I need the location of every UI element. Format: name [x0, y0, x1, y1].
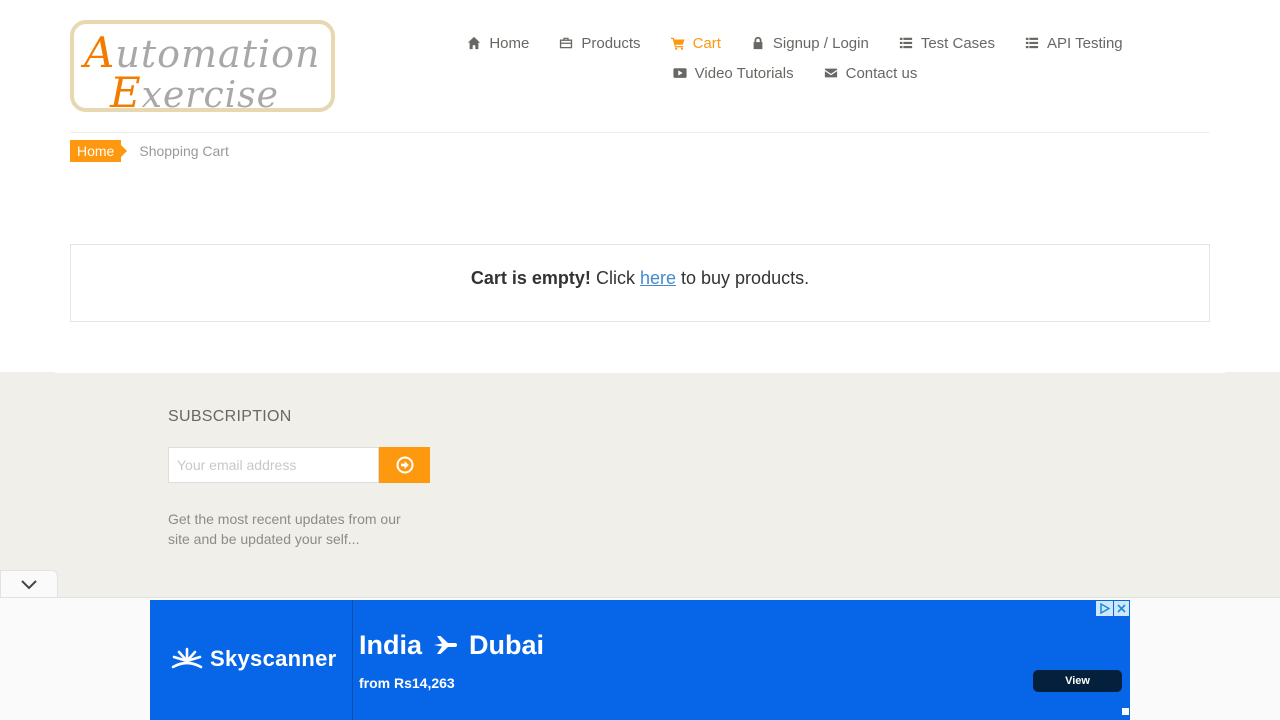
ad-divider	[352, 600, 353, 720]
breadcrumb-current: Shopping Cart	[139, 143, 229, 159]
nav-cart-label: Cart	[692, 34, 721, 52]
close-icon	[1117, 604, 1126, 613]
ad-view-button[interactable]: View	[1033, 670, 1122, 692]
adchoices-icon[interactable]	[1096, 601, 1113, 616]
list-icon	[899, 37, 912, 49]
cart-empty-label: Cart is empty!	[470, 268, 591, 288]
subscription-title: SUBSCRIPTION	[168, 408, 292, 425]
subscription-form	[168, 447, 430, 483]
logo-initial-e: E	[110, 68, 142, 112]
nav-products-label: Products	[581, 34, 641, 52]
empty-cart-message: Cart is empty! Click here to buy product…	[70, 244, 1210, 322]
nav-products[interactable]: Products	[559, 34, 641, 52]
ad-route-from: India	[359, 630, 423, 660]
home-icon	[468, 36, 481, 50]
logo-line-2: Exercise	[110, 68, 279, 112]
buy-products-link[interactable]: here	[640, 268, 676, 288]
youtube-play-icon	[673, 68, 687, 78]
cart-tail-text: to buy products.	[681, 268, 810, 288]
airplane-icon	[433, 636, 457, 654]
nav-video-tutorials-label: Video Tutorials	[694, 64, 794, 82]
ad-corner-mark	[1122, 708, 1129, 715]
breadcrumb: Home Shopping Cart	[70, 140, 229, 162]
subscription-note: Get the most recent updates from our sit…	[168, 511, 401, 547]
nav-test-cases-label: Test Cases	[920, 34, 996, 52]
ad-price: from Rs14,263	[359, 675, 455, 691]
ad-collapse-toggle[interactable]	[0, 570, 58, 598]
nav-row-2: Video Tutorials Contact us	[440, 58, 1150, 88]
skyscanner-sun-icon	[171, 647, 203, 669]
nav-signup-login-label: Signup / Login	[772, 34, 869, 52]
footer-divider	[55, 372, 1225, 373]
subscribe-button[interactable]	[379, 447, 430, 483]
nav-cart[interactable]: Cart	[670, 34, 721, 52]
nav-test-cases[interactable]: Test Cases	[899, 35, 995, 52]
ad-route-to: Dubai	[469, 630, 545, 660]
nav-contact-us[interactable]: Contact us	[824, 64, 918, 82]
nav-api-testing[interactable]: API Testing	[1025, 35, 1123, 52]
nav-home-label: Home	[489, 34, 530, 52]
products-icon	[560, 37, 573, 49]
nav-home[interactable]: Home	[467, 35, 529, 52]
chevron-down-icon	[21, 579, 37, 589]
ad-brand-name: Skyscanner	[210, 646, 337, 671]
ad-close-button[interactable]	[1114, 601, 1129, 616]
footer-widget: SUBSCRIPTION Get the most recent updates…	[0, 372, 1280, 602]
nav-row-1: Home Products Cart Signup / Login Test C…	[440, 28, 1150, 58]
nav-contact-us-label: Contact us	[845, 64, 918, 82]
play-triangle-icon	[1100, 603, 1110, 614]
envelope-icon	[824, 68, 837, 78]
nav-api-testing-label: API Testing	[1047, 34, 1123, 52]
arrow-circle-right-icon	[396, 456, 413, 474]
ad-brand: Skyscanner	[170, 646, 337, 672]
lock-icon	[753, 36, 763, 50]
cart-click-text: Click	[595, 268, 635, 288]
main-nav: Home Products Cart Signup / Login Test C…	[440, 28, 1150, 88]
logo-word-2: xercise	[141, 75, 279, 112]
header-divider	[70, 132, 1210, 133]
nav-video-tutorials[interactable]: Video Tutorials	[673, 65, 794, 82]
nav-signup-login[interactable]: Signup / Login	[751, 35, 869, 52]
site-logo[interactable]: Automation Exercise	[70, 20, 335, 112]
breadcrumb-home[interactable]: Home	[70, 140, 128, 162]
ad-headline: India Dubai	[359, 630, 544, 661]
subscription-email-input[interactable]	[168, 447, 379, 483]
cart-icon	[670, 37, 685, 50]
list-icon	[1025, 37, 1039, 49]
